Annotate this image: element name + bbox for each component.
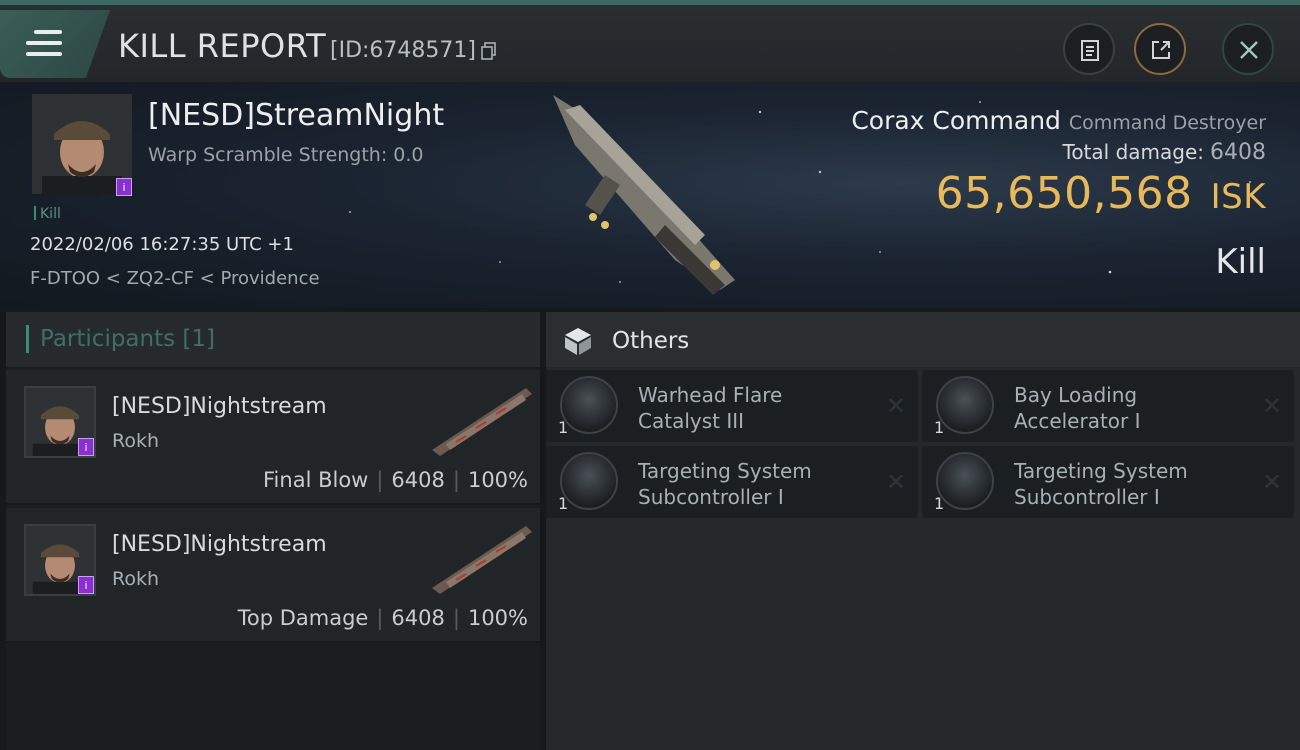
close-button[interactable] <box>1222 23 1274 75</box>
item-quantity: 1 <box>558 418 569 437</box>
item-slot[interactable]: 1 Targeting System Subcontroller I ✕ <box>922 446 1294 518</box>
x-mark-icon: ✕ <box>885 392 906 420</box>
warp-scramble-strength: Warp Scramble Strength: 0.0 <box>148 144 424 166</box>
participant-row[interactable]: i [NESD]Nightstream Rokh Final Blow | 6408… <box>6 370 540 505</box>
participant-ship-image <box>432 526 532 594</box>
close-icon <box>1240 41 1258 59</box>
participants-panel: Participants [1] i [NESD]Nightstream Rok… <box>6 312 540 750</box>
participant-stats: Final Blow | 6408 | 100% <box>263 468 528 492</box>
participant-ship-image <box>432 388 532 456</box>
item-slot[interactable]: 1 Bay Loading Accelerator I ✕ <box>922 370 1294 442</box>
clipboard-button[interactable] <box>1063 23 1115 75</box>
participant-name: [NESD]Nightstream <box>112 394 327 419</box>
page-title: KILL REPORT <box>118 27 327 65</box>
module-icon <box>560 376 618 434</box>
isk-value: 65,650,568 ISK <box>935 168 1266 219</box>
share-button[interactable] <box>1134 23 1186 75</box>
corp-badge: i <box>78 576 94 594</box>
participants-header[interactable]: Participants [1] <box>6 312 540 367</box>
participant-stats: Top Damage | 6408 | 100% <box>237 606 528 630</box>
kill-result: Kill <box>1215 242 1266 282</box>
item-name: Targeting System Subcontroller I <box>638 459 812 509</box>
menu-button[interactable] <box>0 10 110 78</box>
x-mark-icon: ✕ <box>1261 392 1282 420</box>
x-mark-icon: ✕ <box>1261 468 1282 496</box>
victim-name[interactable]: [NESD]StreamNight <box>148 98 444 133</box>
participant-row[interactable]: i [NESD]Nightstream Rokh Top Damage | 6408… <box>6 508 540 643</box>
header-bar: KILL REPORT [ID:6748571] <box>0 0 1300 82</box>
item-slot[interactable]: 1 Warhead Flare Catalyst III ✕ <box>546 370 918 442</box>
participant-ship: Rokh <box>112 568 160 590</box>
item-name: Bay Loading Accelerator I <box>1014 383 1141 433</box>
item-name: Targeting System Subcontroller I <box>1014 459 1188 509</box>
victim-banner: i [NESD]StreamNight Warp Scramble Streng… <box>0 82 1300 308</box>
item-quantity: 1 <box>934 418 945 437</box>
module-icon <box>936 452 994 510</box>
participant-ship: Rokh <box>112 430 160 452</box>
item-slot[interactable]: 1 Targeting System Subcontroller I ✕ <box>546 446 918 518</box>
report-id: [ID:6748571] <box>330 38 476 63</box>
kill-datetime: 2022/02/06 16:27:35 UTC +1 <box>30 234 294 255</box>
module-icon <box>560 452 618 510</box>
others-header: Others <box>546 312 1300 367</box>
participant-name: [NESD]Nightstream <box>112 532 327 557</box>
x-mark-icon: ✕ <box>885 468 906 496</box>
victim-ship[interactable]: Corax Command Command Destroyer <box>851 106 1266 135</box>
item-name: Warhead Flare Catalyst III <box>638 383 783 433</box>
corp-badge: i <box>116 178 132 196</box>
copy-icon[interactable] <box>481 42 497 60</box>
item-quantity: 1 <box>558 494 569 513</box>
total-damage: Total damage: 6408 <box>1062 140 1267 165</box>
module-icon <box>936 376 994 434</box>
cube-icon <box>565 328 591 355</box>
victim-ship-image <box>553 95 735 295</box>
participants-label: Participants [1] <box>40 326 215 352</box>
clipboard-icon <box>1081 40 1099 61</box>
others-label: Others <box>612 328 690 354</box>
others-panel: Others 1 Warhead Flare Catalyst III ✕ 1 B… <box>546 312 1300 750</box>
share-icon <box>1152 41 1170 59</box>
hamburger-menu-icon <box>26 30 62 63</box>
kill-tag: Kill <box>34 206 61 222</box>
corp-badge: i <box>78 438 94 456</box>
item-quantity: 1 <box>934 494 945 513</box>
kill-location[interactable]: F-DTOO < ZQ2-CF < Providence <box>30 268 320 289</box>
